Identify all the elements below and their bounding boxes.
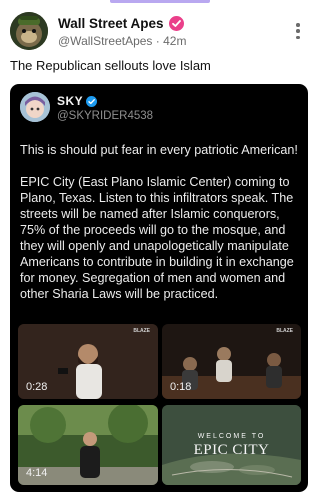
welcome-overlay-text: WELCOME TO [197,433,266,440]
more-dot [296,29,300,33]
author-name[interactable]: Wall Street Apes [58,16,164,31]
quoted-post-text: This is should put fear in every patriot… [20,142,302,302]
more-dot [296,23,300,27]
ape-avatar-icon [10,12,48,50]
media-video-2[interactable]: BLAZE 0:18 [162,324,301,399]
verified-badge-icon [168,15,184,31]
quoted-post-card[interactable]: SKY @SKYRIDER4538 This is should put fea… [10,84,308,492]
post-text: The Republican sellouts love Islam [10,58,211,73]
author-block: Wall Street Apes @WallStreetApes · 42m [58,14,186,48]
post-time[interactable]: 42m [163,34,186,48]
quoted-author-handle[interactable]: @SKYRIDER4538 [57,110,153,122]
post-meta: @WallStreetApes · 42m [58,34,186,48]
video-duration: 4:14 [26,467,48,479]
quoted-author-name[interactable]: SKY [57,94,83,108]
author-avatar[interactable] [10,12,48,50]
media-video-3[interactable]: 4:14 [18,405,158,485]
author-handle[interactable]: @WallStreetApes [58,34,152,48]
video-duration: 0:28 [26,381,48,393]
quoted-author-avatar[interactable] [20,92,50,122]
blue-check-icon [86,95,98,107]
more-dot [296,35,300,39]
media-video-1[interactable]: BLAZE 0:28 [18,324,158,399]
post-header: Wall Street Apes @WallStreetApes · 42m [10,12,308,52]
quoted-paragraph-2: EPIC City (East Plano Islamic Center) co… [20,175,294,301]
media-video-4[interactable]: WELCOME TO EPIC CITY [162,405,301,485]
more-options-button[interactable] [292,20,304,42]
video-duration: 0:18 [170,381,192,393]
channel-logo: BLAZE [133,328,150,334]
top-accent-bar [110,0,210,3]
meta-separator: · [155,34,160,48]
epic-city-overlay-text: EPIC CITY [193,442,270,458]
anime-avatar-icon [20,92,50,122]
quoted-author-block: SKY @SKYRIDER4538 [57,94,153,122]
quoted-paragraph-1: This is should put fear in every patriot… [20,143,298,157]
channel-logo: BLAZE [276,328,293,334]
